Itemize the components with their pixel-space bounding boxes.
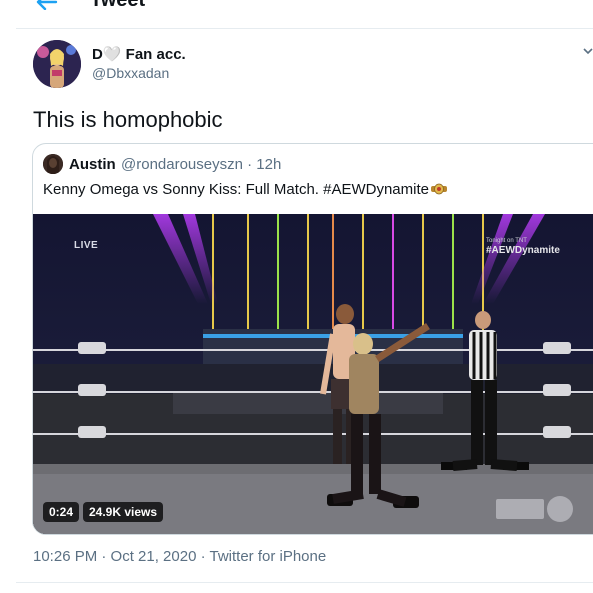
chevron-down-icon[interactable] (582, 46, 593, 56)
quoted-display-name[interactable]: Austin (69, 156, 116, 173)
divider (16, 582, 593, 583)
user-handle[interactable]: @Dbxxadan (92, 65, 169, 81)
championship-belt-icon (430, 183, 447, 195)
quoted-text-body: Kenny Omega vs Sonny Kiss: Full Match. #… (43, 181, 429, 198)
brand-label: Tonight on TNT #AEWDynamite (486, 236, 560, 256)
video-views: 24.9K views (83, 502, 164, 522)
divider (16, 28, 593, 29)
arrow-left-icon[interactable] (36, 0, 58, 10)
quoted-handle-time[interactable]: @rondarouseyszn · 12h (121, 156, 281, 173)
quoted-text: Kenny Omega vs Sonny Kiss: Full Match. #… (43, 181, 447, 198)
live-label: LIVE (74, 240, 99, 251)
quoted-tweet[interactable]: Austin @rondarouseyszn · 12h Kenny Omega… (32, 143, 593, 535)
page-title: Tweet (90, 0, 146, 11)
avatar[interactable] (33, 40, 81, 88)
top-bar: Tweet (0, 0, 593, 20)
display-name[interactable]: D🤍 Fan acc. (92, 45, 186, 63)
wrestling-match-frame (33, 214, 593, 534)
video-duration: 0:24 (43, 502, 80, 522)
tweet-timestamp[interactable]: 10:26 PM · Oct 21, 2020 · Twitter for iP… (33, 548, 326, 565)
brand-hashtag: #AEWDynamite (486, 245, 560, 256)
video-player[interactable]: LIVE Tonight on TNT #AEWDynamite 0:24 24… (33, 214, 593, 534)
tweet-text: This is homophobic (33, 107, 223, 132)
quoted-avatar[interactable] (43, 154, 63, 174)
